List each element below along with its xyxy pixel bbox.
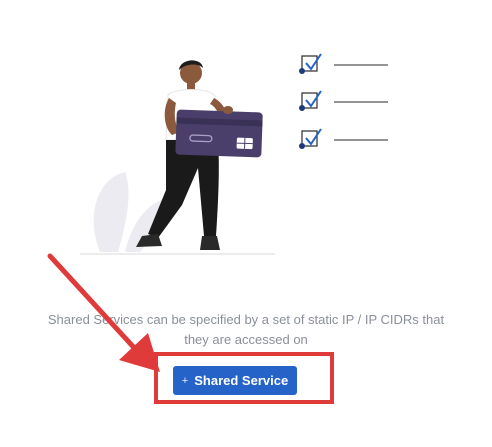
empty-state-description: Shared Services can be specified by a se… <box>30 310 462 350</box>
checkbox-checked-icon <box>299 53 388 74</box>
plus-icon: + <box>181 374 189 387</box>
description-line: they are accessed on <box>184 332 308 347</box>
credit-card-illustration <box>80 53 388 255</box>
credit-card-icon <box>175 109 263 158</box>
description-line: Shared Services can be specified by a se… <box>47 312 445 327</box>
empty-state-page: Shared Services can be specified by a se… <box>0 0 492 447</box>
checkbox-checked-icon <box>299 90 388 111</box>
add-shared-service-button[interactable]: + Shared Service <box>173 366 297 395</box>
add-shared-service-label: Shared Service <box>194 373 289 388</box>
leaf-shape <box>93 172 129 252</box>
checkbox-checked-icon <box>299 128 388 149</box>
